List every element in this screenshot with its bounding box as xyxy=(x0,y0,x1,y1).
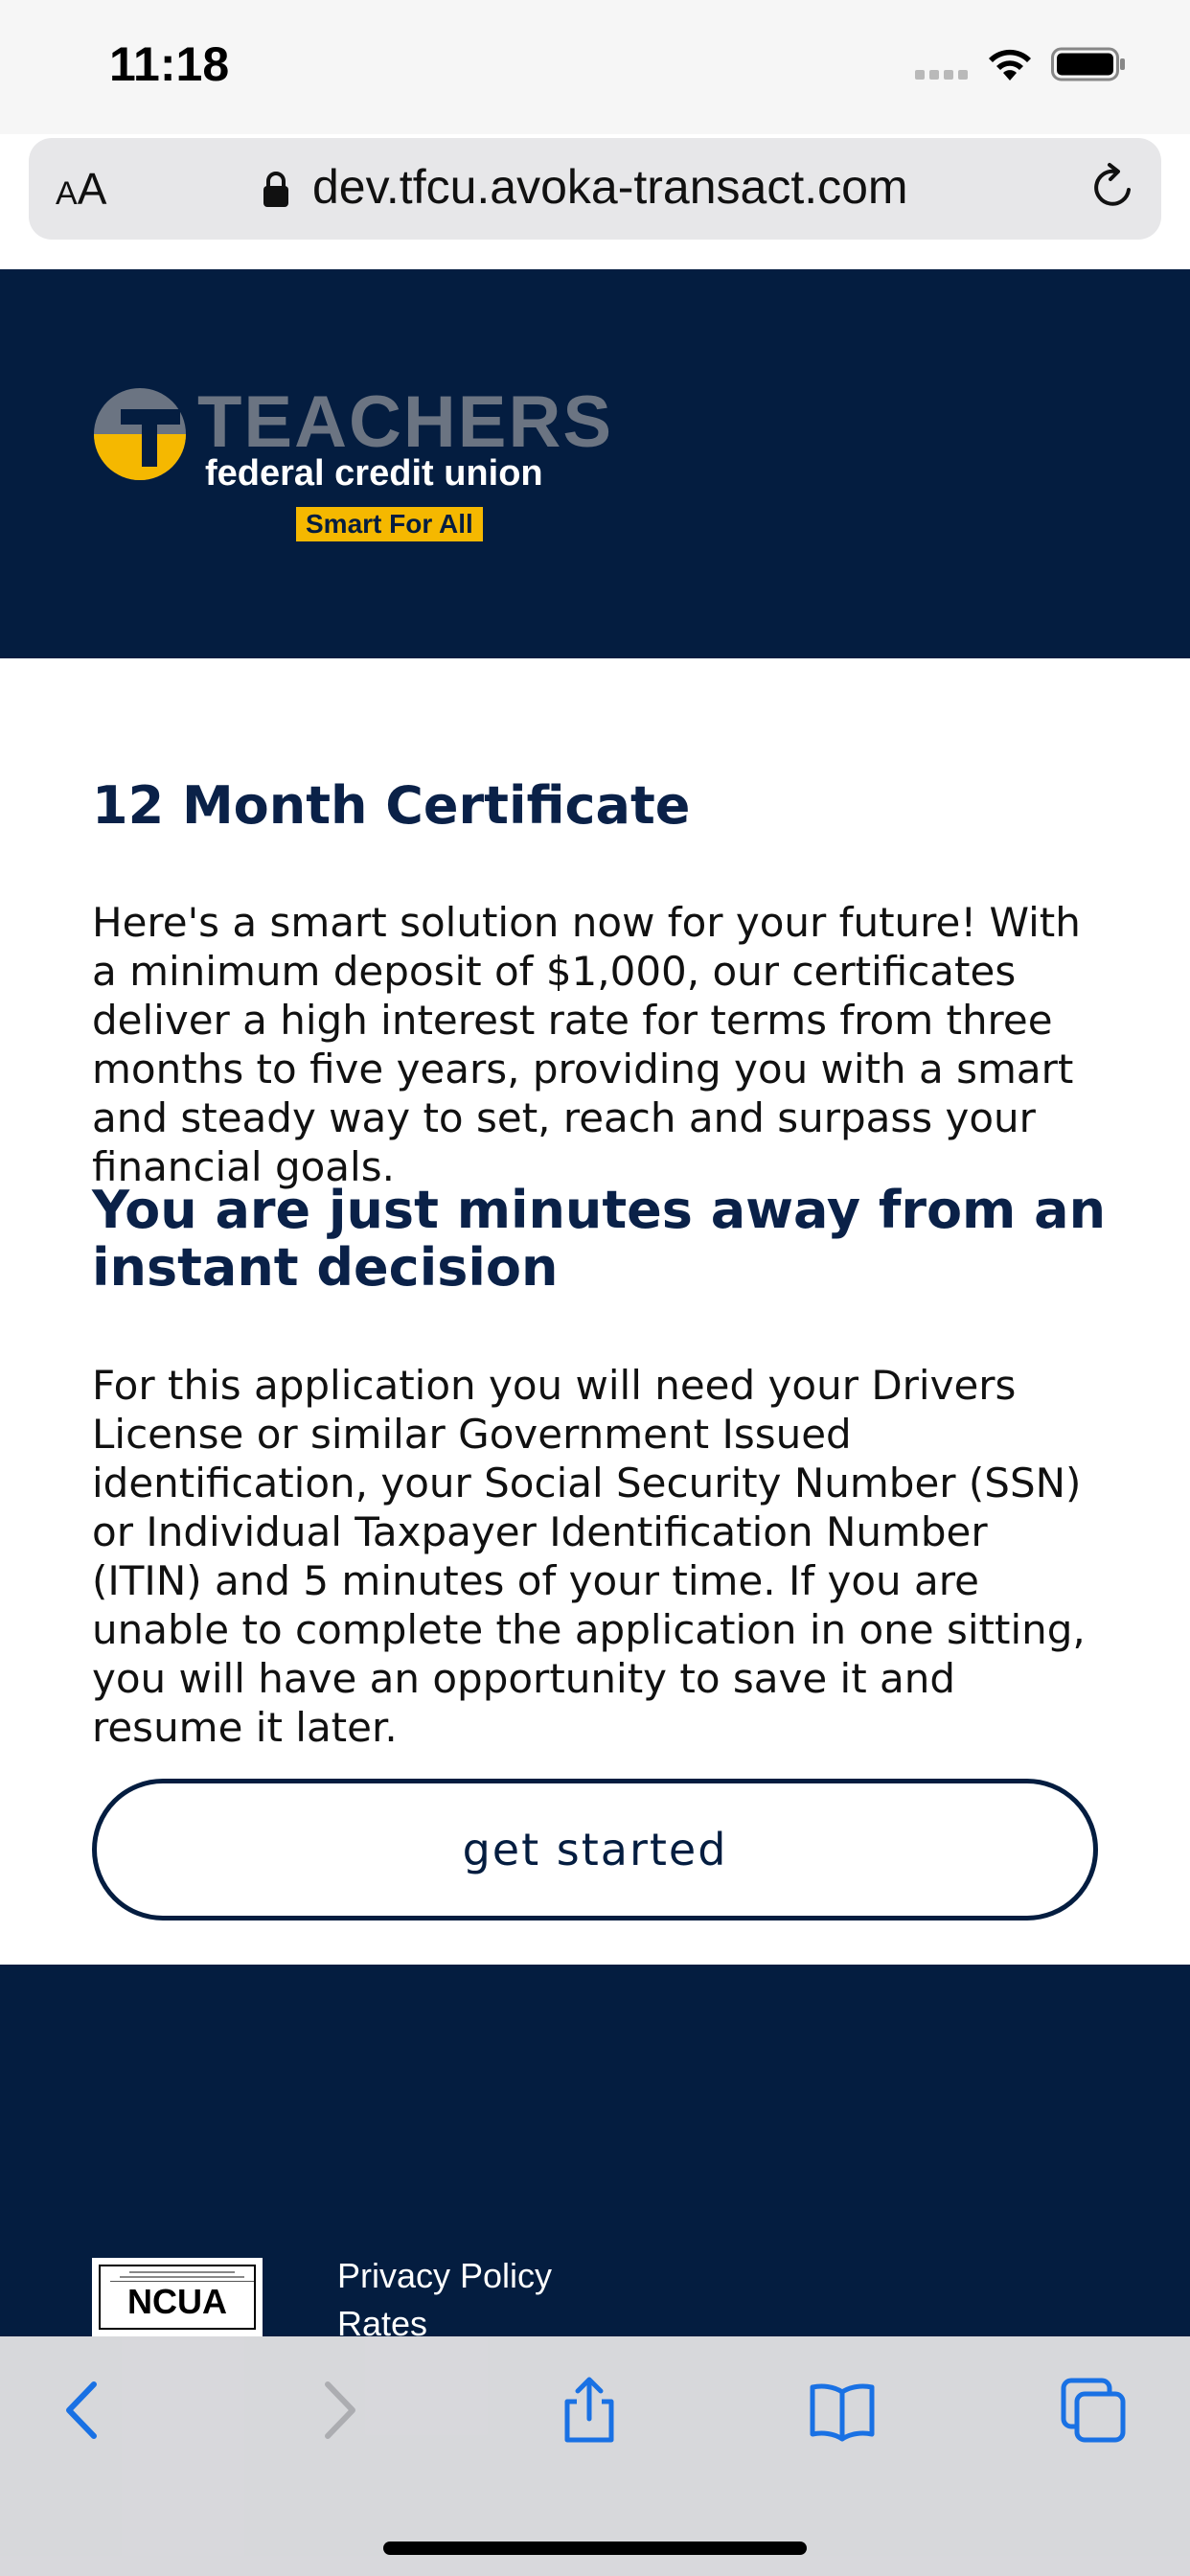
text-size-small-label: A xyxy=(56,175,78,212)
ncua-label: NCUA xyxy=(127,2282,227,2321)
share-icon[interactable] xyxy=(556,2377,623,2444)
battery-icon xyxy=(1051,47,1125,81)
site-header: TEACHERS federal credit union Smart For … xyxy=(0,269,1190,658)
lock-icon xyxy=(263,172,288,207)
text-size-button[interactable]: AA xyxy=(56,163,106,215)
privacy-policy-link[interactable]: Privacy Policy xyxy=(337,2252,552,2300)
cellular-signal-icon xyxy=(915,70,971,81)
tabs-icon[interactable] xyxy=(1060,2377,1127,2444)
intro-paragraph: Here's a smart solution now for your fut… xyxy=(92,899,1081,1190)
page-title: 12 Month Certificate xyxy=(92,775,691,836)
wifi-icon xyxy=(989,49,1031,80)
home-indicator xyxy=(383,2542,807,2555)
logo-tagline: Smart For All xyxy=(296,507,483,541)
logo-mark-icon xyxy=(94,388,186,480)
ncua-fine-print xyxy=(110,2268,254,2282)
back-icon[interactable] xyxy=(50,2377,117,2444)
ncua-badge[interactable]: NCUA xyxy=(92,2258,263,2336)
footer-links: Privacy Policy Rates xyxy=(337,2252,552,2348)
reload-icon[interactable] xyxy=(1087,161,1140,215)
status-bar: 11:18 xyxy=(0,0,1190,134)
forward-icon[interactable] xyxy=(305,2377,372,2444)
get-started-button[interactable]: get started xyxy=(92,1779,1098,1920)
requirements-paragraph: For this application you will need your … xyxy=(92,1362,1086,1751)
logo-brand: TEACHERS xyxy=(197,381,614,463)
tfcu-logo[interactable]: TEACHERS federal credit union Smart For … xyxy=(92,381,611,549)
bookmarks-icon[interactable] xyxy=(809,2377,876,2444)
ncua-border: NCUA xyxy=(99,2265,256,2330)
browser-toolbar xyxy=(0,2336,1190,2576)
text-size-large-label: A xyxy=(77,164,107,214)
status-time: 11:18 xyxy=(109,37,230,91)
logo-subtitle: federal credit union xyxy=(205,453,543,494)
section-heading: You are just minutes away from an instan… xyxy=(92,1180,1107,1298)
url-text[interactable]: dev.tfcu.avoka-transact.com xyxy=(312,159,908,215)
address-bar[interactable]: AA dev.tfcu.avoka-transact.com xyxy=(29,138,1161,240)
